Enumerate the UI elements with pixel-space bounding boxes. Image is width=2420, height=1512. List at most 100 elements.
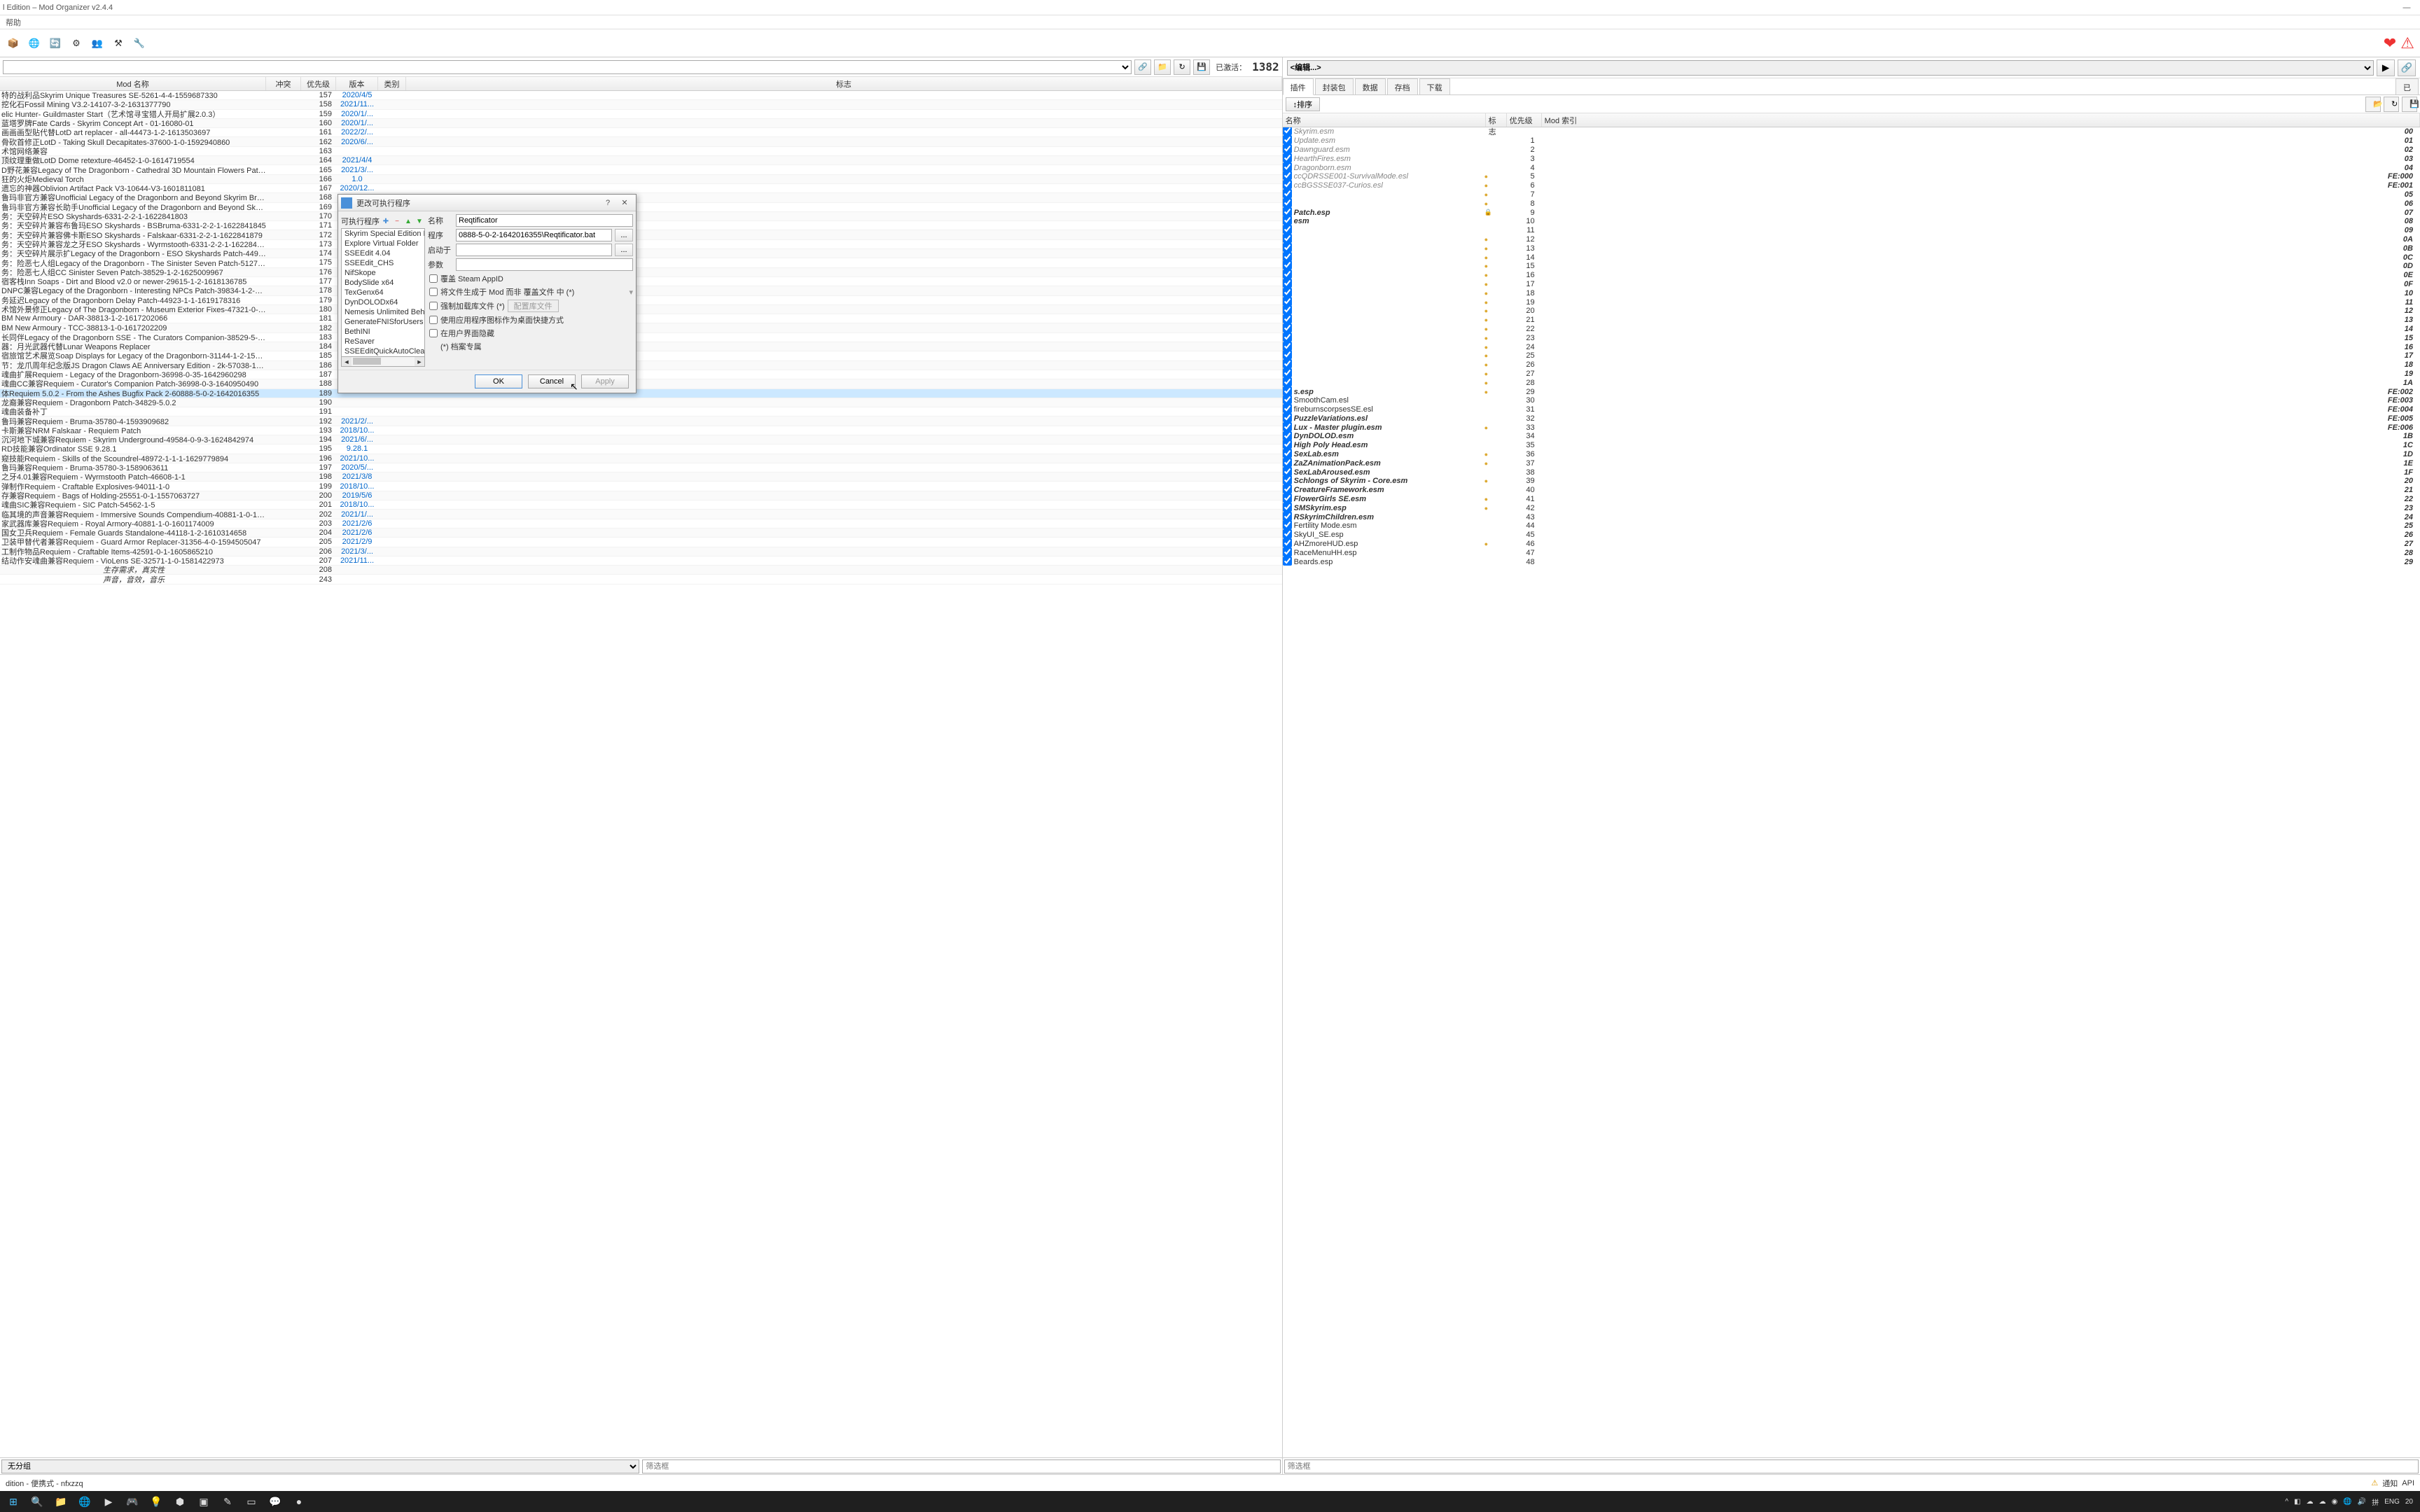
install-mod-icon[interactable]: 📦 — [6, 36, 21, 51]
app-icon-7[interactable]: ▭ — [241, 1492, 262, 1511]
plugin-row[interactable]: ZaZAnimationPack.esm●371E — [1283, 458, 2420, 468]
backup-plugins-icon[interactable]: 💾 — [2402, 97, 2417, 112]
exec-list-item[interactable]: GenerateFNISforUsers — [342, 317, 424, 327]
remove-exec-icon[interactable]: − — [392, 216, 402, 226]
plugin-row[interactable]: SexLabAroused.esm381F — [1283, 468, 2420, 477]
app-icon-2[interactable]: 🎮 — [122, 1492, 143, 1511]
pcol-index[interactable]: Mod 索引 — [1542, 113, 2420, 127]
movedown-exec-icon[interactable]: ▼ — [415, 216, 424, 226]
mod-list[interactable]: 特的战利品Skyrim Unique Treasures SE-5261-4-4… — [0, 91, 1282, 1457]
exec-list-item[interactable]: DynDOLODx64 — [342, 298, 424, 307]
plugin-row[interactable]: ●2517 — [1283, 351, 2420, 360]
plugin-row[interactable]: ●120A — [1283, 235, 2420, 244]
mod-row[interactable]: BM New Armoury - DAR-38813-1-2-161720206… — [0, 314, 1282, 323]
name-input[interactable] — [456, 214, 633, 227]
col-version[interactable]: 版本 — [336, 77, 378, 90]
startin-input[interactable] — [456, 244, 612, 256]
executables-icon[interactable]: ⚒ — [111, 36, 126, 51]
exec-list-item[interactable]: Skyrim Special Edition Lau — [342, 229, 424, 239]
cancel-button[interactable]: Cancel — [528, 374, 576, 388]
exec-list-item[interactable]: NifSkope — [342, 268, 424, 278]
steam-checkbox[interactable] — [429, 274, 438, 283]
exec-list-item[interactable]: Explore Virtual Folder — [342, 239, 424, 248]
plugin-row[interactable]: DynDOLOD.esm341B — [1283, 432, 2420, 441]
exec-hscroll[interactable]: ◄ ► — [341, 357, 425, 367]
col-mod-name[interactable]: Mod 名称 — [0, 77, 266, 90]
plugin-row[interactable]: Beards.esp4829 — [1283, 557, 2420, 566]
exec-list-item[interactable]: Nemesis Unlimited Behav — [342, 307, 424, 317]
hideui-checkbox[interactable] — [429, 329, 438, 337]
endorse-icon[interactable]: ❤ ⚠ — [2384, 34, 2414, 52]
app-icon-9[interactable]: ● — [288, 1492, 310, 1511]
plugin-row[interactable]: Lux - Master plugin.esm●33FE:006 — [1283, 423, 2420, 432]
tab-data[interactable]: 数据 — [1355, 78, 1386, 94]
args-input[interactable] — [456, 258, 633, 271]
plugin-row[interactable]: FlowerGirls SE.esm●4122 — [1283, 495, 2420, 504]
tray-network-icon[interactable]: 🌐 — [2343, 1498, 2351, 1506]
plugin-row[interactable]: ●150D — [1283, 262, 2420, 271]
exec-list-item[interactable]: BodySlide x64 — [342, 278, 424, 288]
plugin-row[interactable]: ●281A — [1283, 378, 2420, 387]
col-conflict[interactable]: 冲突 — [266, 77, 301, 90]
plugin-row[interactable]: esm1008 — [1283, 217, 2420, 226]
ok-button[interactable]: OK — [475, 374, 522, 388]
profiles-icon[interactable]: 👥 — [90, 36, 105, 51]
tab-more[interactable]: 已 — [2395, 78, 2419, 94]
refresh-icon[interactable]: 🔄 — [48, 36, 63, 51]
moveup-exec-icon[interactable]: ▲ — [403, 216, 413, 226]
open-folder-icon[interactable]: 📂 — [2365, 97, 2381, 112]
plugin-row[interactable]: Patch.esp🔒907 — [1283, 208, 2420, 217]
plugin-row[interactable]: ●170F — [1283, 280, 2420, 289]
sort-button[interactable]: ↕排序 — [1286, 97, 1321, 111]
executable-select[interactable]: <编辑...> — [1287, 60, 2374, 76]
plugin-row[interactable]: Dragonborn.esm404 — [1283, 163, 2420, 172]
app-icon-8[interactable]: 💬 — [265, 1492, 286, 1511]
plugin-row[interactable]: ●705 — [1283, 190, 2420, 200]
scroll-right-icon[interactable]: ► — [415, 357, 424, 366]
add-exec-icon[interactable]: ✚ — [381, 216, 391, 226]
plugin-row[interactable]: ccQDRSSE001-SurvivalMode.esl●5FE:000 — [1283, 172, 2420, 181]
minimize-button[interactable]: — — [2396, 4, 2417, 12]
plugin-row[interactable]: ●2719 — [1283, 370, 2420, 379]
plugin-row[interactable]: RaceMenuHH.esp4728 — [1283, 548, 2420, 557]
app-icon-5[interactable]: ▣ — [193, 1492, 214, 1511]
exec-list-item[interactable]: TexGenx64 — [342, 288, 424, 298]
app-icon-4[interactable]: ⬢ — [169, 1492, 190, 1511]
chrome-icon[interactable]: 🌐 — [74, 1492, 95, 1511]
plugin-row[interactable]: Schlongs of Skyrim - Core.esm●3920 — [1283, 477, 2420, 486]
plugin-row[interactable]: ●1911 — [1283, 298, 2420, 307]
col-flags[interactable]: 标志 — [406, 77, 1282, 90]
plugin-row[interactable]: HearthFires.esm303 — [1283, 154, 2420, 163]
plugin-row[interactable]: SmoothCam.esl30FE:003 — [1283, 396, 2420, 405]
tab-download[interactable]: 下载 — [1419, 78, 1450, 94]
plugin-row[interactable]: ●2416 — [1283, 342, 2420, 351]
plugin-row[interactable]: Fertility Mode.esm4425 — [1283, 522, 2420, 531]
menu-help[interactable]: 帮助 — [6, 17, 21, 28]
col-priority[interactable]: 优先级 — [301, 77, 336, 90]
folder-button[interactable]: 📁 — [1154, 59, 1171, 75]
exec-list-item[interactable]: SSEEdit_CHS — [342, 258, 424, 268]
plugin-row[interactable]: High Poly Head.esm351C — [1283, 441, 2420, 450]
plugin-row[interactable]: PuzzleVariations.esl32FE:005 — [1283, 414, 2420, 424]
exec-list-item[interactable]: ReSaver — [342, 337, 424, 346]
plugin-row[interactable]: ●130B — [1283, 244, 2420, 253]
plugin-row[interactable]: ●2618 — [1283, 360, 2420, 370]
plugin-row[interactable]: SMSkyrim.esp●4223 — [1283, 503, 2420, 512]
program-input[interactable] — [456, 229, 612, 241]
plugin-row[interactable]: ccBGSSSE037-Curios.esl●6FE:001 — [1283, 181, 2420, 190]
explorer-icon[interactable]: 📁 — [50, 1492, 71, 1511]
restore-plugins-icon[interactable]: ↻ — [2384, 97, 2399, 112]
notify-icon[interactable]: ⚠ — [2371, 1478, 2378, 1488]
tray-ime[interactable]: 拼 — [2372, 1497, 2379, 1507]
tab-archive[interactable]: 存档 — [1387, 78, 1418, 94]
col-category[interactable]: 类别 — [378, 77, 406, 90]
restore-button[interactable]: ↻ — [1174, 59, 1190, 75]
shortcut-checkbox[interactable] — [429, 316, 438, 324]
backup-button[interactable]: 💾 — [1193, 59, 1210, 75]
tray-chevron-icon[interactable]: ^ — [2285, 1498, 2288, 1506]
profile-select[interactable] — [3, 60, 1132, 74]
apply-button[interactable]: Apply — [581, 374, 629, 388]
plugin-row[interactable]: ●2012 — [1283, 307, 2420, 316]
forceload-checkbox[interactable] — [429, 302, 438, 310]
plugin-row[interactable]: fireburnscorpsesSE.esl31FE:004 — [1283, 405, 2420, 414]
